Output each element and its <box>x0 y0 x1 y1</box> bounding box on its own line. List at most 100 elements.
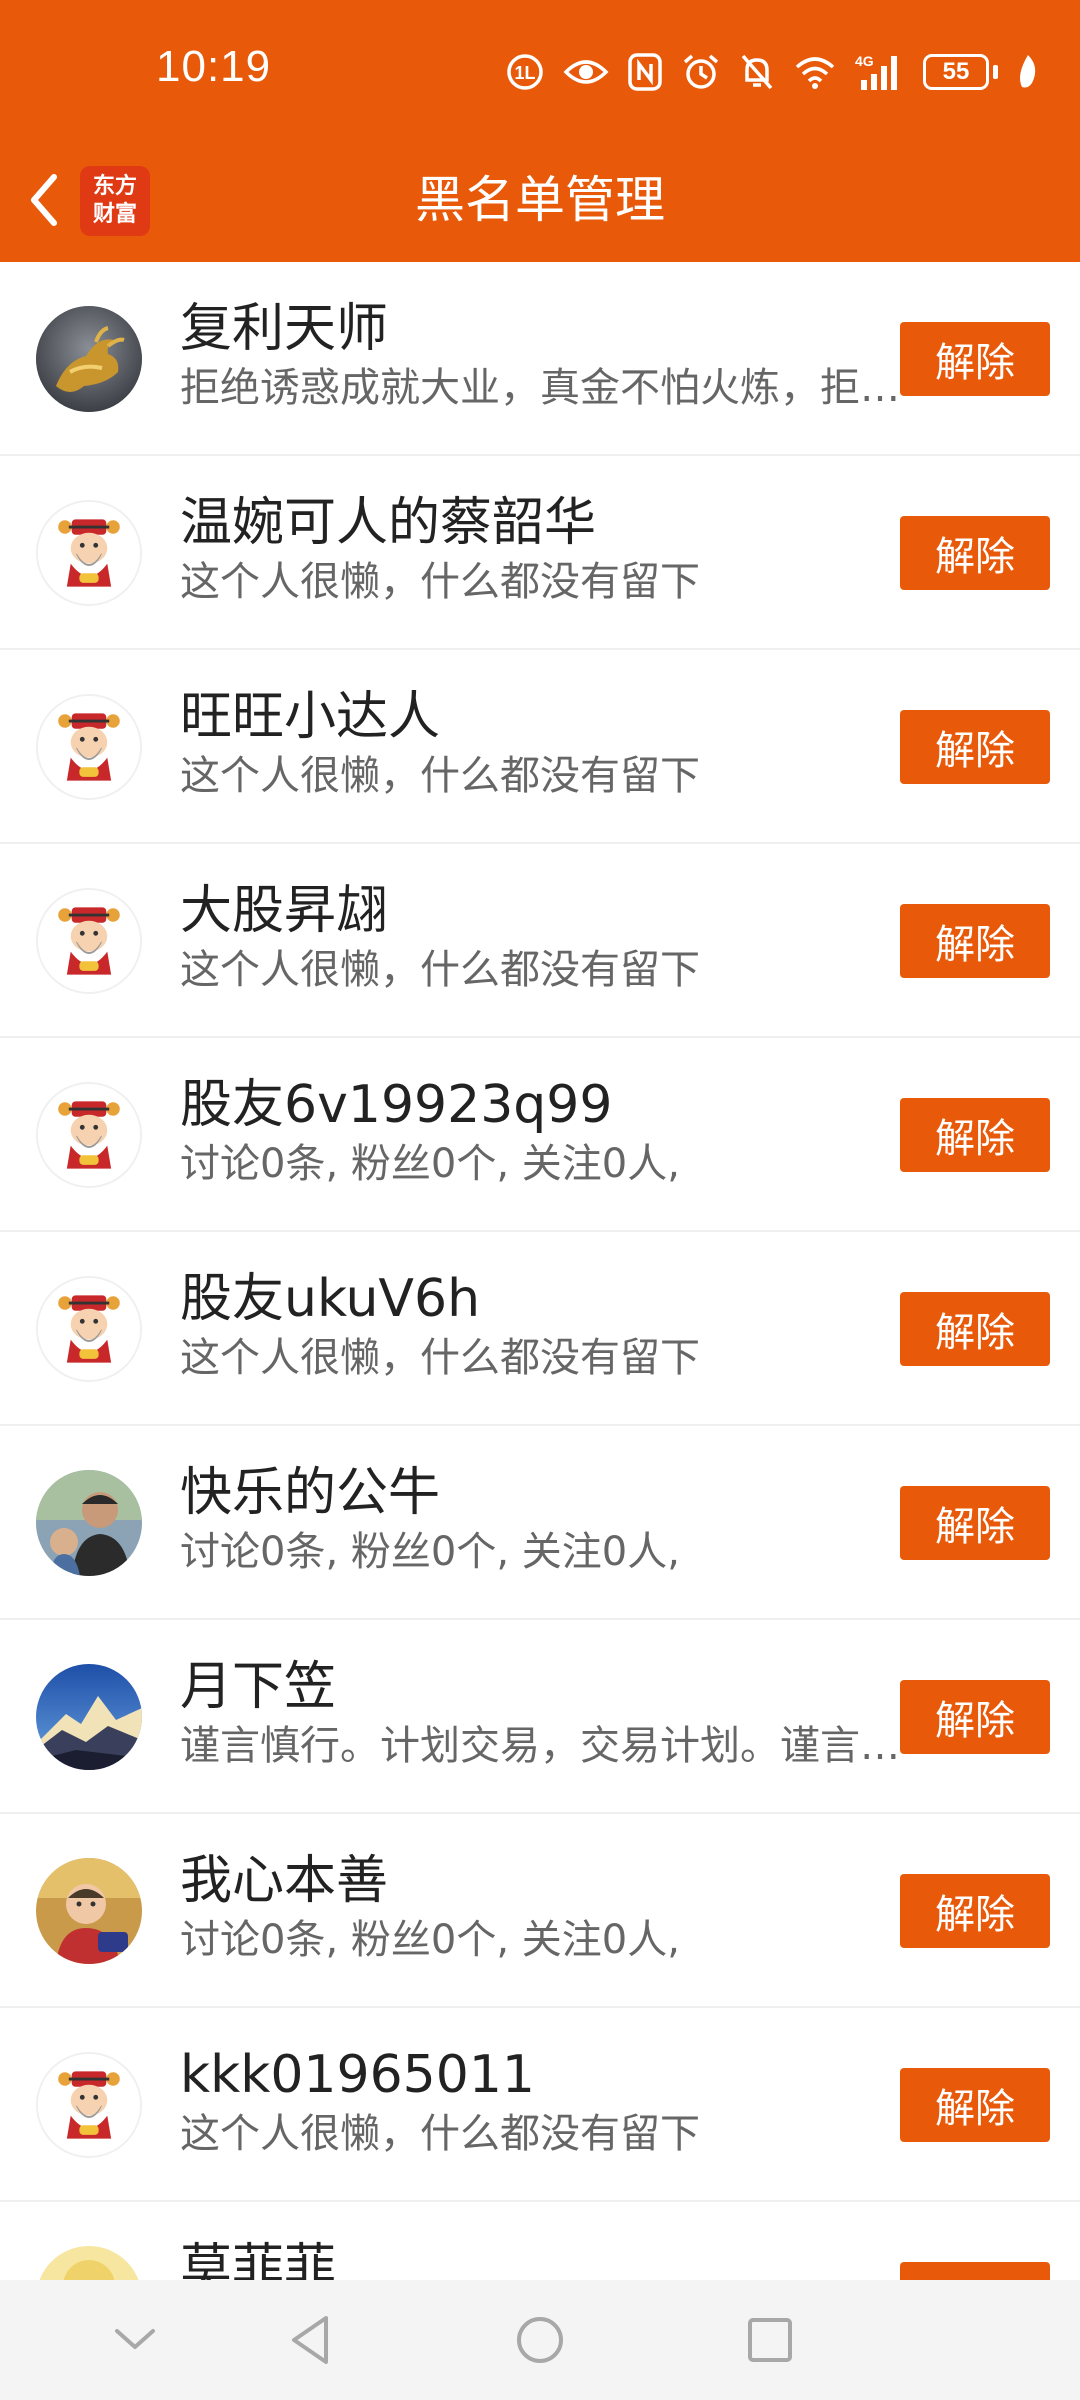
remove-button[interactable]: 解除 <box>900 904 1050 978</box>
status-time: 10:19 <box>156 42 272 91</box>
remove-button[interactable]: 解除 <box>900 710 1050 784</box>
user-info: 月下笠谨言慎行。计划交易，交易计划。谨言慎行。计划交易 <box>180 1654 900 1772</box>
avatar[interactable] <box>36 1082 142 1188</box>
blacklist: 复利天师拒绝诱惑成就大业，真金不怕火炼，拒绝诱惑成就大业解除温婉可人的蔡韶华这个… <box>0 262 1080 2280</box>
user-name[interactable]: 股友6v19923q99 <box>180 1072 900 1138</box>
back-triangle-icon <box>292 2316 328 2364</box>
remove-button[interactable]: 解除 <box>900 1098 1050 1172</box>
list-item[interactable]: kkk01965011 这个人很懒，什么都没有留下 解除 <box>0 2008 1080 2202</box>
user-info: 莫菲菲 <box>180 2236 900 2280</box>
back-button[interactable] <box>14 168 74 232</box>
user-name[interactable]: 莫菲菲 <box>180 2236 900 2280</box>
recents-square-icon <box>748 2318 792 2362</box>
app-logo: 东方 财富 <box>80 166 150 236</box>
list-item[interactable]: 股友6v19923q99 讨论0条, 粉丝0个, 关注0人, 解除 <box>0 1038 1080 1232</box>
avatar[interactable] <box>36 2246 142 2280</box>
avatar[interactable] <box>36 1470 142 1576</box>
user-description: 讨论0条, 粉丝0个, 关注0人, <box>180 1141 680 1187</box>
default-god-avatar <box>38 890 140 992</box>
avatar[interactable] <box>36 306 142 412</box>
remove-button[interactable]: 解除 <box>900 1486 1050 1560</box>
user-info: 温婉可人的蔡韶华 这个人很懒，什么都没有留下 <box>180 490 900 608</box>
status-bar: 10:19 1L 4G 55 <box>0 0 1080 140</box>
remove-button[interactable]: 解除 <box>900 1292 1050 1366</box>
user-description: 讨论0条, 粉丝0个, 关注0人, <box>180 1529 680 1575</box>
svg-text:4G: 4G <box>855 53 874 69</box>
user-info: 我心本善 讨论0条, 粉丝0个, 关注0人, <box>180 1848 900 1966</box>
default-god-avatar <box>38 1278 140 1380</box>
user-name[interactable]: 我心本善 <box>180 1848 900 1914</box>
user-info: 快乐的公牛 讨论0条, 粉丝0个, 关注0人, <box>180 1460 900 1578</box>
logo-line-1: 东方 <box>92 174 137 199</box>
user-description: 拒绝诱惑成就大业，真金不怕火炼，拒绝诱惑成就大业 <box>180 365 900 411</box>
collapse-button[interactable] <box>105 2310 165 2370</box>
app-header: 10:19 1L 4G 55 东方 财富 黑名单管理 <box>0 0 1080 262</box>
list-item[interactable]: 我心本善 讨论0条, 粉丝0个, 关注0人, 解除 <box>0 1814 1080 2008</box>
remove-button[interactable]: 解除 <box>900 516 1050 590</box>
remove-button[interactable]: 解除 <box>900 322 1050 396</box>
user-info: 股友6v19923q99 讨论0条, 粉丝0个, 关注0人, <box>180 1072 900 1190</box>
default-god-avatar <box>38 1084 140 1186</box>
hd-call-icon: 1L <box>505 52 545 92</box>
mute-icon <box>739 52 775 92</box>
user-description: 讨论0条, 粉丝0个, 关注0人, <box>180 1917 680 1963</box>
user-description: 这个人很懒，什么都没有留下 <box>180 2111 700 2157</box>
home-button[interactable] <box>510 2310 570 2370</box>
list-item[interactable]: 温婉可人的蔡韶华 这个人很懒，什么都没有留下 解除 <box>0 456 1080 650</box>
user-name[interactable]: 复利天师 <box>180 296 900 362</box>
photo-man-avatar <box>36 1470 142 1576</box>
chevron-left-icon <box>31 174 57 226</box>
remove-button[interactable]: 解除 <box>900 2068 1050 2142</box>
golden-bull-avatar <box>36 306 142 412</box>
remove-button[interactable]: 解除 <box>900 2262 1050 2280</box>
back-nav-button[interactable] <box>280 2310 340 2370</box>
yellow-avatar <box>36 2246 142 2280</box>
user-name[interactable]: 月下笠 <box>180 1654 900 1720</box>
list-item[interactable]: 旺旺小达人 这个人很懒，什么都没有留下 解除 <box>0 650 1080 844</box>
collapse-icon <box>115 2329 155 2349</box>
user-description: 这个人很懒，什么都没有留下 <box>180 559 700 605</box>
user-description: 谨言慎行。计划交易，交易计划。谨言慎行。计划交易 <box>180 1723 900 1769</box>
battery-level: 55 <box>923 54 989 90</box>
user-info: kkk01965011 这个人很懒，什么都没有留下 <box>180 2042 900 2160</box>
default-god-avatar <box>38 2054 140 2156</box>
list-item[interactable]: 月下笠谨言慎行。计划交易，交易计划。谨言慎行。计划交易解除 <box>0 1620 1080 1814</box>
recents-button[interactable] <box>740 2310 800 2370</box>
avatar[interactable] <box>36 1276 142 1382</box>
user-info: 大股昇翃 这个人很懒，什么都没有留下 <box>180 878 900 996</box>
user-name[interactable]: 大股昇翃 <box>180 878 900 944</box>
user-description: 这个人很懒，什么都没有留下 <box>180 1335 700 1381</box>
status-icons: 1L 4G 55 <box>505 48 1040 96</box>
nfc-icon <box>627 52 663 92</box>
user-info: 股友ukuV6h 这个人很懒，什么都没有留下 <box>180 1266 900 1384</box>
user-name[interactable]: 旺旺小达人 <box>180 684 900 750</box>
remove-button[interactable]: 解除 <box>900 1680 1050 1754</box>
avatar[interactable] <box>36 694 142 800</box>
user-description: 这个人很懒，什么都没有留下 <box>180 947 700 993</box>
logo-line-2: 财富 <box>92 202 137 227</box>
list-item[interactable]: 大股昇翃 这个人很懒，什么都没有留下 解除 <box>0 844 1080 1038</box>
list-item[interactable]: 快乐的公牛 讨论0条, 粉丝0个, 关注0人, 解除 <box>0 1426 1080 1620</box>
home-circle-icon <box>517 2317 563 2363</box>
list-item[interactable]: 莫菲菲解除 <box>0 2202 1080 2280</box>
user-name[interactable]: 股友ukuV6h <box>180 1266 900 1332</box>
list-item[interactable]: 股友ukuV6h 这个人很懒，什么都没有留下 解除 <box>0 1232 1080 1426</box>
4g-signal-icon: 4G <box>855 52 905 92</box>
avatar[interactable] <box>36 1858 142 1964</box>
avatar[interactable] <box>36 500 142 606</box>
list-item[interactable]: 复利天师拒绝诱惑成就大业，真金不怕火炼，拒绝诱惑成就大业解除 <box>0 262 1080 456</box>
avatar[interactable] <box>36 1664 142 1770</box>
wifi-icon <box>793 54 837 90</box>
user-name[interactable]: kkk01965011 <box>180 2042 900 2108</box>
page-title: 黑名单管理 <box>415 171 665 229</box>
avatar[interactable] <box>36 2052 142 2158</box>
mountain-avatar <box>36 1664 142 1770</box>
alarm-icon <box>681 52 721 92</box>
battery-icon: 55 <box>923 54 998 90</box>
avatar[interactable] <box>36 888 142 994</box>
leaf-icon <box>1016 53 1040 91</box>
remove-button[interactable]: 解除 <box>900 1874 1050 1948</box>
user-name[interactable]: 快乐的公牛 <box>180 1460 900 1526</box>
user-name[interactable]: 温婉可人的蔡韶华 <box>180 490 900 556</box>
title-bar: 东方 财富 黑名单管理 <box>0 140 1080 262</box>
